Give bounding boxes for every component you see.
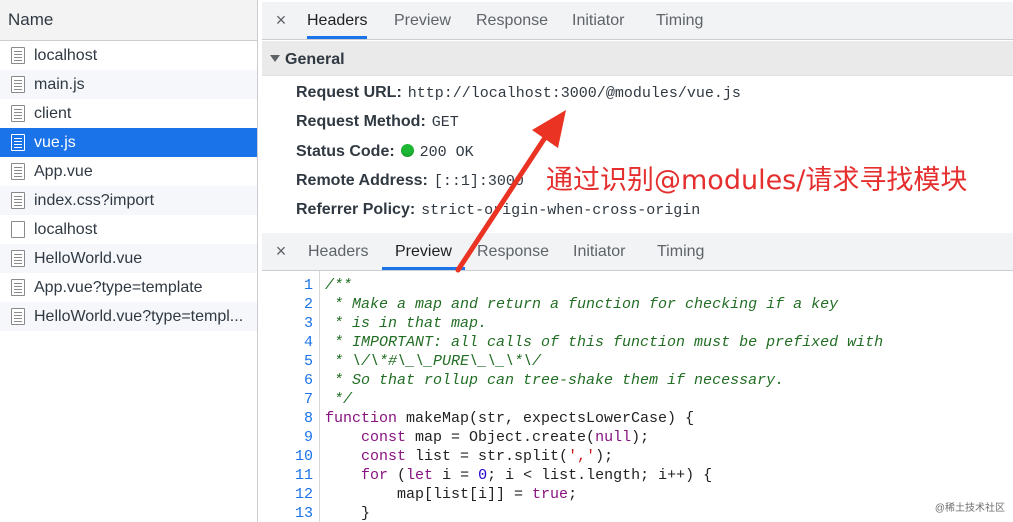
line-number: 3 [303,315,313,332]
code-preview[interactable]: 1 2 3 4 5 6 7 8 9 10 11 12 13 /** * Make a map and r… [262,271,1013,522]
request-name: App.vue?type=template [34,279,203,296]
request-name: HelloWorld.vue?type=templ... [34,308,244,325]
request-row[interactable]: App.vue [0,157,257,186]
close-icon[interactable]: × [271,8,291,32]
line-number: 1 [303,277,313,294]
request-name: vue.js [34,134,76,151]
tab-preview[interactable]: Preview [394,2,451,39]
document-icon [11,47,25,64]
code-line: } [325,505,371,522]
request-url-row: Request URL: http://localhost:3000/@modul… [296,81,741,105]
line-number: 7 [303,391,313,408]
annotation-text: 通过识别@modules/请求寻找模块 [546,165,968,196]
tab-response[interactable]: Response [477,233,549,270]
document-icon [11,76,25,93]
status-dot-icon [400,144,414,157]
line-number: 6 [303,372,313,389]
line-number: 8 [303,410,313,427]
watermark: @稀土技术社区 [934,503,1005,514]
request-name: index.css?import [34,192,155,209]
request-name: client [34,105,72,122]
request-list: localhost main.js client vue.js App.vue index… [0,41,257,331]
request-row[interactable]: localhost [0,41,257,70]
tab-timing[interactable]: Timing [657,233,704,270]
tab-headers[interactable]: Headers [308,233,368,270]
document-icon [11,134,25,151]
document-icon [11,308,25,325]
code-line: const list = str.split(','); [361,448,614,465]
line-number: 4 [303,334,313,351]
name-column-header[interactable]: Name [0,0,257,41]
status-code-row: Status Code: 200 OK [296,140,474,164]
general-section: General Request URL: http://localhost:300… [262,41,1013,233]
code-line: /** [325,277,353,294]
status-code-label: Status Code: [296,143,395,160]
code-line: * IMPORTANT: all calls of this function … [325,334,884,351]
line-number: 13 [294,505,313,522]
document-icon [11,105,25,122]
request-name: localhost [34,47,98,64]
code-line: const map = Object.create(null); [361,429,650,446]
close-icon[interactable]: × [271,239,291,263]
tab-initiator[interactable]: Initiator [573,233,625,270]
request-name: HelloWorld.vue [34,250,143,267]
request-row[interactable]: HelloWorld.vue [0,244,257,273]
request-row[interactable]: client [0,99,257,128]
tab-headers[interactable]: Headers [307,2,368,39]
referrer-policy-row: Referrer Policy: strict-origin-when-cross… [296,198,700,222]
line-number: 12 [294,486,313,503]
headers-tabbar: × Headers Preview Response Initiator Tim… [262,2,1013,40]
general-section-header[interactable]: General [262,41,1013,76]
code-line: * \/\*#\_\_PURE\_\_\*\/ [325,353,542,370]
request-method-label: Request Method: [296,113,426,130]
request-list-panel: Name localhost main.js client vue.js App.vue… [0,0,258,522]
referrer-policy-label: Referrer Policy: [296,201,416,218]
code-line: * So that rollup can tree-shake them if … [325,372,785,389]
request-method-value: GET [431,114,459,131]
line-number: 9 [303,429,313,446]
remote-address-label: Remote Address: [296,172,428,189]
line-number: 10 [294,448,313,465]
request-method-row: Request Method: GET [296,110,459,134]
preview-tabbar: × Headers Preview Response Initiator Tim… [262,233,1013,271]
code-line: function makeMap(str, expectsLowerCase) … [325,410,695,427]
document-icon [11,163,25,180]
tab-response[interactable]: Response [476,2,548,39]
code-line: map[list[i]] = true; [325,486,578,503]
document-icon [11,192,25,209]
tab-initiator[interactable]: Initiator [572,2,624,39]
code-line: * Make a map and return a function for c… [325,296,839,313]
tab-preview[interactable]: Preview [382,233,465,270]
request-url-value: http://localhost:3000/@modules/vue.js [407,85,741,102]
request-row[interactable]: vue.js [0,128,257,157]
document-icon [11,250,25,267]
line-number: 5 [303,353,313,370]
code-line: * is in that map. [325,315,488,332]
remote-address-row: Remote Address: [::1]:3000 [296,169,524,193]
status-code-value: 200 OK [419,144,474,161]
referrer-policy-value: strict-origin-when-cross-origin [421,202,701,219]
general-title: General [285,51,345,68]
request-name: App.vue [34,163,93,180]
request-row[interactable]: HelloWorld.vue?type=templ... [0,302,257,331]
request-url-label: Request URL: [296,84,402,101]
line-number: 11 [294,467,313,484]
line-number: 2 [303,296,313,313]
request-row[interactable]: index.css?import [0,186,257,215]
document-icon [11,279,25,296]
request-name: localhost [34,221,98,238]
remote-address-value: [::1]:3000 [433,173,524,190]
request-row[interactable]: main.js [0,70,257,99]
tab-timing[interactable]: Timing [656,2,703,39]
line-number-gutter: 1 2 3 4 5 6 7 8 9 10 11 12 13 [262,271,320,522]
code-line: */ [325,391,353,408]
code-line: for (let i = 0; i < list.length; i++) { [361,467,713,484]
request-name: main.js [34,76,85,93]
triangle-down-icon [270,55,280,62]
request-row[interactable]: App.vue?type=template [0,273,257,302]
blank-document-icon [11,221,25,238]
request-row[interactable]: localhost [0,215,257,244]
